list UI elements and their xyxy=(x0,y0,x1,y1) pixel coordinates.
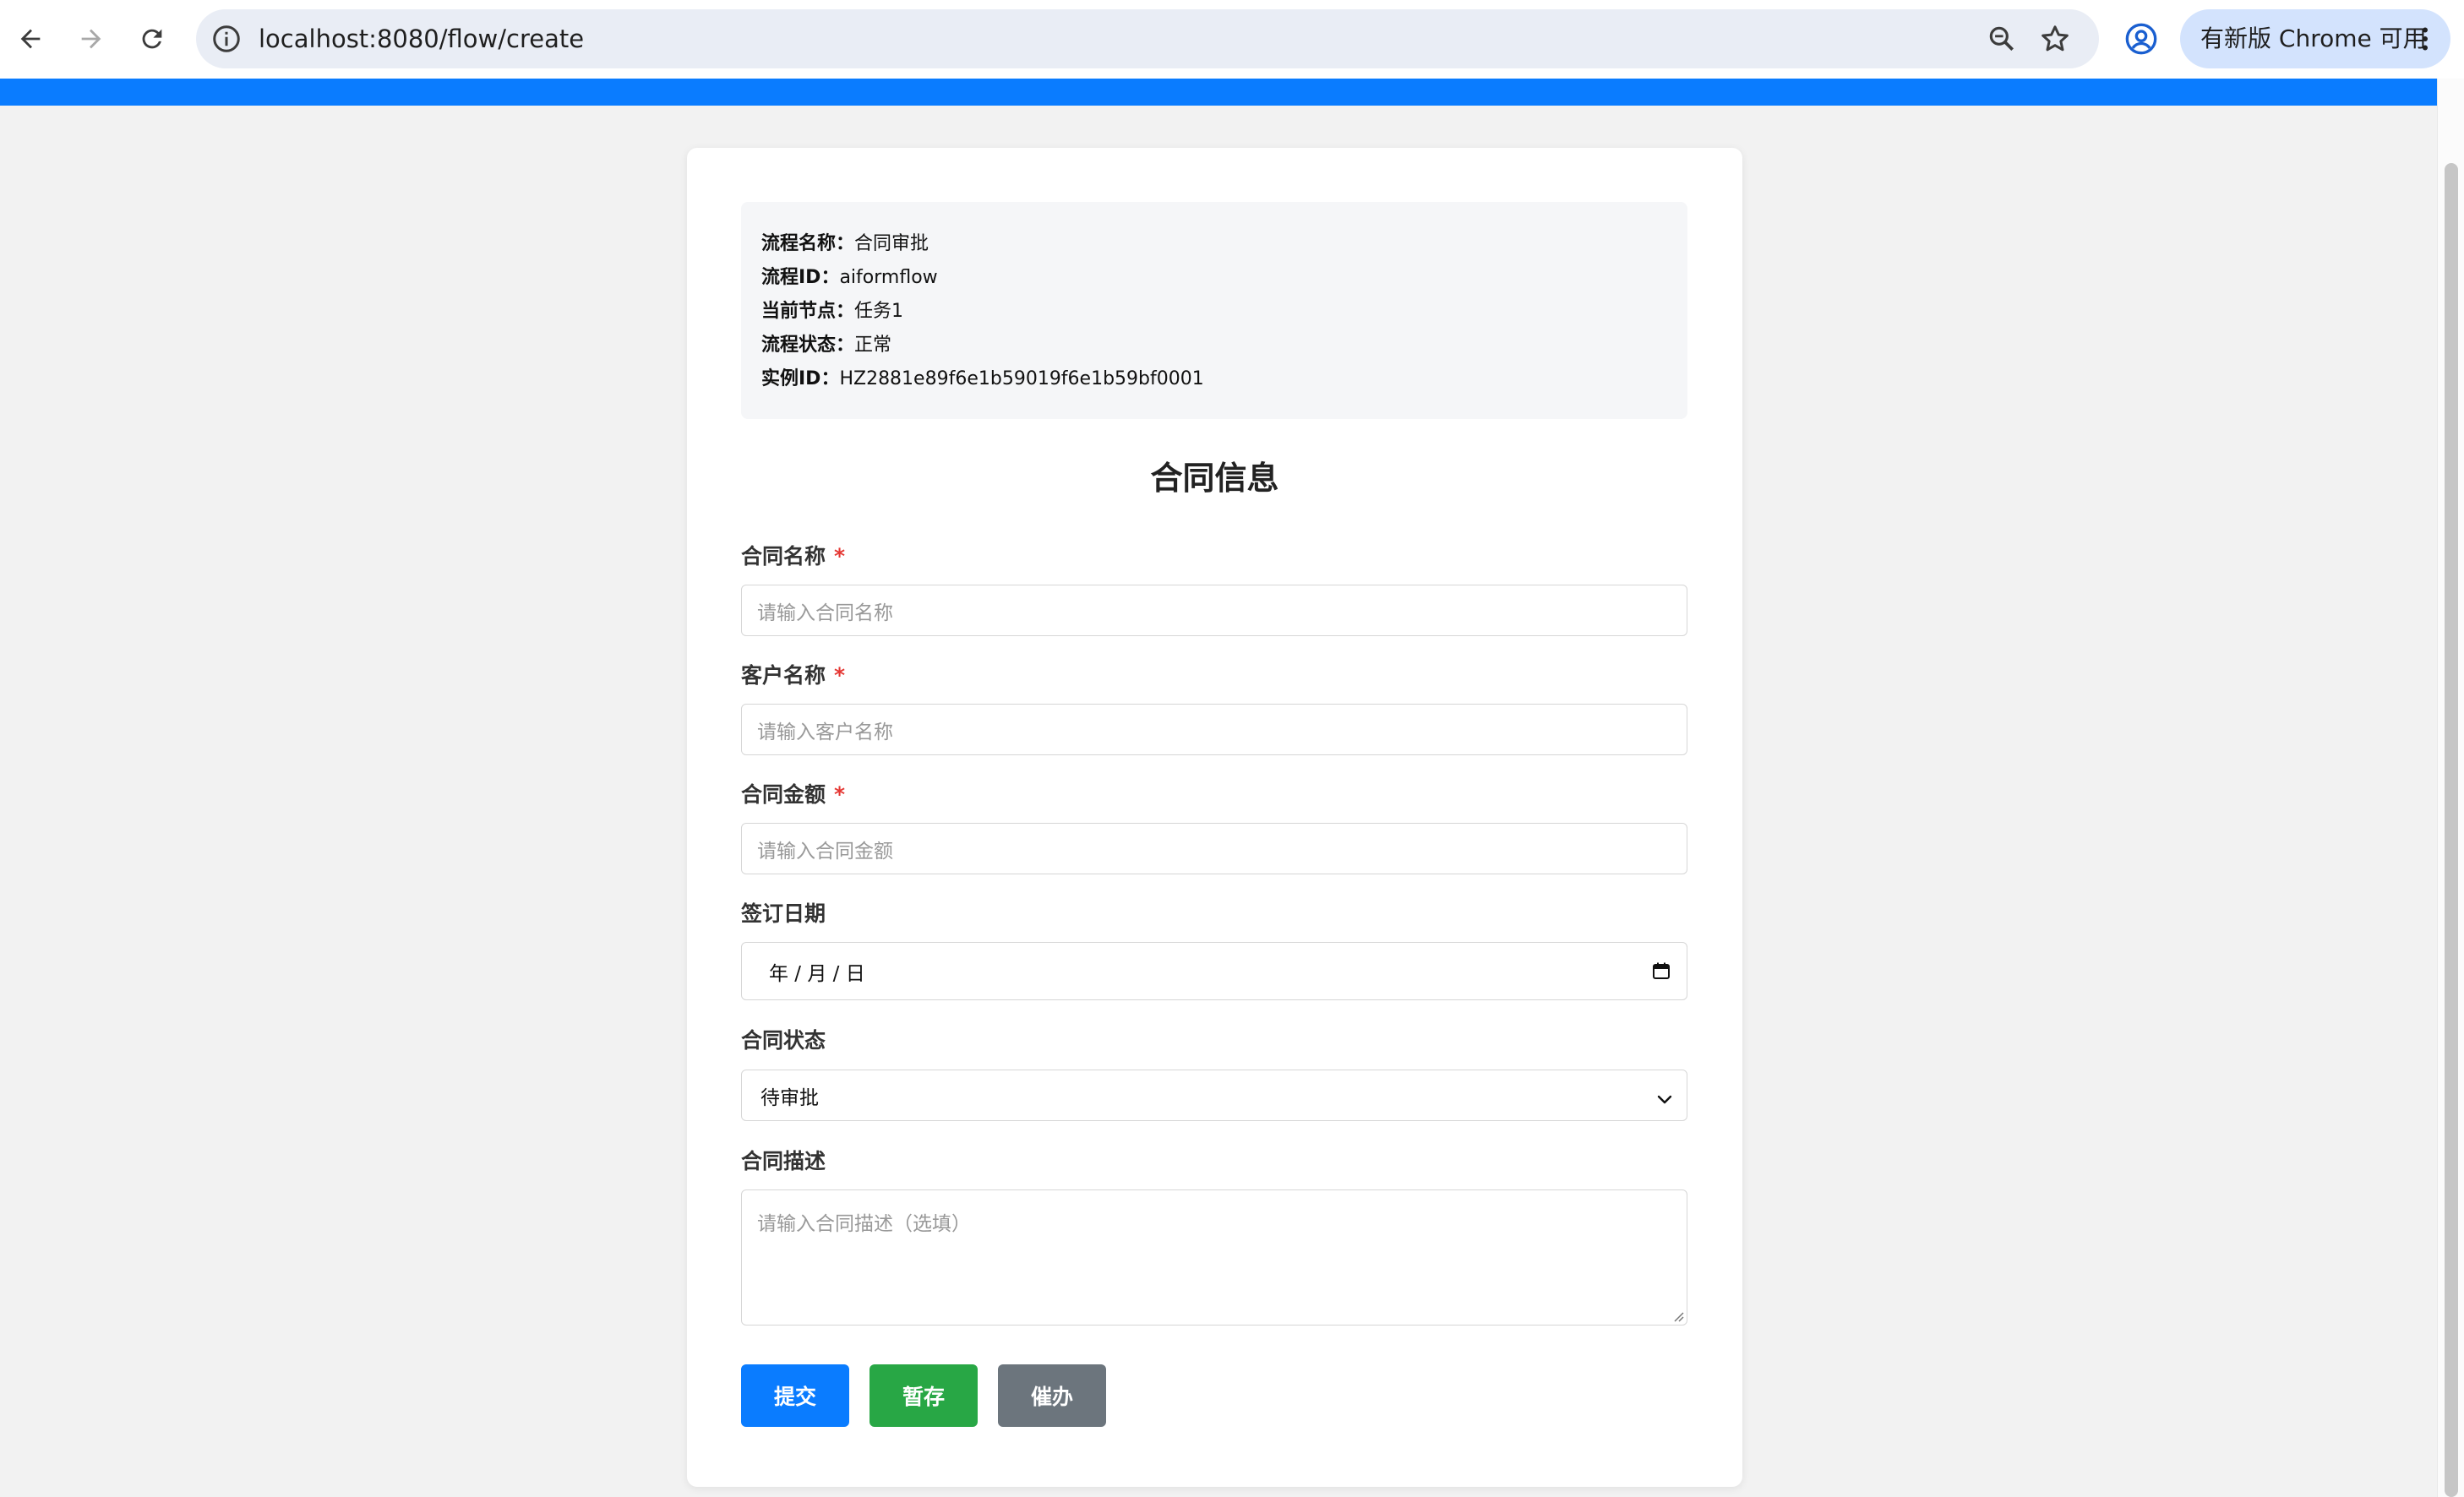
description-textarea[interactable]: 请输入合同描述（选填） xyxy=(741,1189,1687,1326)
forward-button[interactable] xyxy=(68,15,115,63)
required-mark: * xyxy=(834,663,846,688)
back-button[interactable] xyxy=(7,15,54,63)
scrollbar-thumb[interactable] xyxy=(2445,163,2458,1497)
current-node-key: 当前节点： xyxy=(761,301,855,322)
arrow-right-icon xyxy=(81,29,101,49)
instance-id-row: 实例ID：HZ2881e89f6e1b59019f6e1b59bf0001 xyxy=(761,362,1667,396)
customer-name-input[interactable]: 请输入客户名称 xyxy=(741,704,1687,755)
page-viewport: 流程名称：合同审批 流程ID：aiformflow 当前节点：任务1 流程状态：… xyxy=(0,79,2437,1497)
flow-id-key: 流程ID： xyxy=(761,267,840,288)
page-scrollbar[interactable] xyxy=(2437,79,2464,1497)
instance-id-key: 实例ID： xyxy=(761,368,840,389)
customer-name-label: 客户名称 * xyxy=(741,659,845,689)
chrome-update-label: 有新版 Chrome 可用 xyxy=(2200,24,2427,52)
form-card: 流程名称：合同审批 流程ID：aiformflow 当前节点：任务1 流程状态：… xyxy=(687,148,1742,1487)
customer-name-placeholder: 请输入客户名称 xyxy=(757,721,893,743)
customer-name-label-text: 客户名称 xyxy=(741,663,826,688)
flow-name-key: 流程名称： xyxy=(761,233,855,254)
chevron-down-icon xyxy=(1657,1095,1672,1104)
amount-input[interactable]: 请输入合同金额 xyxy=(741,823,1687,874)
amount-label: 合同金额 * xyxy=(741,778,845,808)
status-label: 合同状态 xyxy=(741,1028,826,1053)
description-label: 合同描述 xyxy=(741,1149,826,1173)
flow-name-row: 流程名称：合同审批 xyxy=(761,227,1667,261)
browser-toolbar: localhost:8080/flow/create 有新版 Chrome 可用 xyxy=(0,0,2464,79)
profile-icon[interactable] xyxy=(2124,22,2158,56)
current-node-value: 任务1 xyxy=(854,301,904,322)
urge-button[interactable]: 催办 xyxy=(998,1364,1106,1427)
page-top-bar xyxy=(0,79,2437,106)
zoom-icon[interactable] xyxy=(1986,23,2018,55)
description-placeholder: 请输入合同描述（选填） xyxy=(757,1213,971,1235)
contract-name-placeholder: 请输入合同名称 xyxy=(757,602,893,624)
form-title: 合同信息 xyxy=(1150,460,1279,497)
status-select[interactable]: 待审批 xyxy=(741,1070,1687,1121)
address-bar[interactable]: localhost:8080/flow/create xyxy=(196,9,2099,68)
submit-button[interactable]: 提交 xyxy=(741,1364,849,1427)
save-draft-button[interactable]: 暂存 xyxy=(869,1364,978,1427)
arrow-left-icon xyxy=(20,29,41,49)
chrome-update-button[interactable]: 有新版 Chrome 可用 xyxy=(2180,9,2450,68)
flow-id-value: aiformflow xyxy=(839,267,938,288)
reload-button[interactable] xyxy=(128,15,176,63)
flow-status-value: 正常 xyxy=(854,335,892,356)
site-info-icon[interactable] xyxy=(211,24,242,54)
flow-name-value: 合同审批 xyxy=(854,233,929,254)
status-selected-value: 待审批 xyxy=(760,1086,819,1109)
contract-name-label-text: 合同名称 xyxy=(741,544,826,569)
sign-date-value[interactable]: 年 / 月 / 日 xyxy=(769,957,865,986)
flow-id-row: 流程ID：aiformflow xyxy=(761,261,1667,295)
amount-label-text: 合同金额 xyxy=(741,782,826,807)
flow-status-row: 流程状态：正常 xyxy=(761,329,1667,362)
contract-name-label: 合同名称 * xyxy=(741,540,845,570)
instance-id-value: HZ2881e89f6e1b59019f6e1b59bf0001 xyxy=(839,368,1204,389)
flow-status-key: 流程状态： xyxy=(761,335,855,356)
amount-placeholder: 请输入合同金额 xyxy=(757,840,893,863)
calendar-icon[interactable] xyxy=(1651,961,1671,981)
required-mark: * xyxy=(834,544,846,569)
contract-name-input[interactable]: 请输入合同名称 xyxy=(741,585,1687,636)
flow-info-panel: 流程名称：合同审批 流程ID：aiformflow 当前节点：任务1 流程状态：… xyxy=(741,202,1687,419)
url-text[interactable]: localhost:8080/flow/create xyxy=(259,9,584,68)
resize-handle-icon[interactable] xyxy=(1670,1308,1685,1323)
kebab-menu-icon[interactable] xyxy=(2410,24,2440,54)
sign-date-input[interactable]: 年 / 月 / 日 xyxy=(741,942,1687,1000)
bookmark-star-icon[interactable] xyxy=(2038,22,2072,56)
reload-icon xyxy=(142,29,162,49)
sign-date-label: 签订日期 xyxy=(741,901,826,926)
current-node-row: 当前节点：任务1 xyxy=(761,295,1667,329)
required-mark: * xyxy=(834,782,846,807)
